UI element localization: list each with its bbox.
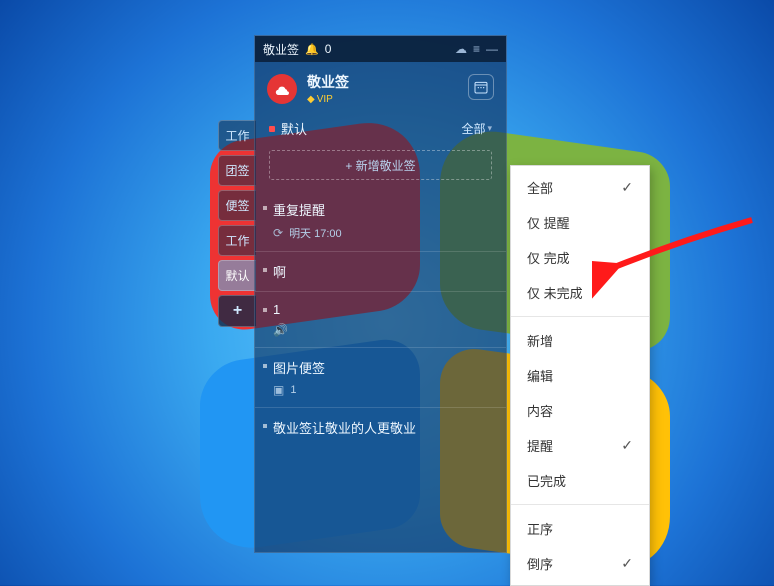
note-list: 重复提醒 ⟳ 明天 17:00 啊 1 🔊 图片便签 ▣ 1 敬业签让敬业的人更…: [255, 190, 506, 552]
vip-badge: ◆ VIP: [307, 94, 349, 105]
menu-label: 已完成: [527, 471, 566, 490]
menu-label: 仅 未完成: [527, 283, 583, 302]
menu-item-asc[interactable]: 正序: [511, 511, 649, 546]
menu-label: 倒序: [527, 554, 553, 573]
menu-item-completed[interactable]: 已完成: [511, 463, 649, 498]
chevron-down-icon: ▾: [487, 123, 492, 134]
check-icon: ✓: [621, 179, 633, 196]
category-bar: 默认 全部 ▾: [255, 115, 506, 146]
menu-label: 仅 完成: [527, 248, 570, 267]
filter-dropdown-trigger[interactable]: 全部 ▾: [461, 120, 492, 137]
menu-item-remind[interactable]: 提醒 ✓: [511, 428, 649, 463]
menu-item-new[interactable]: 新增: [511, 323, 649, 358]
note-title: 敬业签让敬业的人更敬业: [273, 418, 416, 437]
side-tab-work2[interactable]: 工作: [218, 225, 256, 256]
menu-label: 仅 提醒: [527, 213, 570, 232]
menu-separator: [511, 316, 649, 317]
note-title: 图片便签: [273, 358, 325, 377]
menu-label: 正序: [527, 519, 553, 538]
app-window: 敬业签 🔔 0 ☁ ≡ — 敬业签 ◆ VIP: [254, 35, 507, 553]
add-note-button[interactable]: + 新增敬业签: [269, 150, 492, 180]
repeat-icon: ⟳: [273, 226, 283, 240]
menu-icon[interactable]: ≡: [473, 42, 480, 56]
current-category-label: 默认: [281, 119, 307, 138]
side-tab-note[interactable]: 便签: [218, 190, 256, 221]
note-meta: 明天 17:00: [289, 225, 342, 241]
note-meta: 1: [290, 384, 296, 396]
list-item[interactable]: 图片便签 ▣ 1: [255, 347, 506, 407]
menu-item-edit[interactable]: 编辑: [511, 358, 649, 393]
side-tab-work1[interactable]: 工作: [218, 120, 256, 151]
list-item[interactable]: 1 🔊: [255, 291, 506, 347]
app-logo: [267, 74, 297, 104]
note-title: 啊: [273, 262, 286, 281]
side-tabs: 工作 团签 便签 工作 默认 +: [218, 120, 256, 327]
menu-separator: [511, 504, 649, 505]
side-tab-team[interactable]: 团签: [218, 155, 256, 186]
minimize-icon[interactable]: —: [486, 42, 498, 56]
side-tab-default[interactable]: 默认: [218, 260, 256, 291]
window-title: 敬业签: [263, 41, 299, 58]
menu-item-content[interactable]: 内容: [511, 393, 649, 428]
diamond-icon: ◆: [307, 94, 315, 105]
window-titlebar: 敬业签 🔔 0 ☁ ≡ —: [255, 36, 506, 62]
cloud-check-icon: [273, 80, 291, 98]
calendar-icon: [473, 79, 489, 95]
menu-item-done-only[interactable]: 仅 完成: [511, 240, 649, 275]
add-note-label: + 新增敬业签: [345, 157, 415, 174]
menu-item-undone-only[interactable]: 仅 未完成: [511, 275, 649, 310]
vip-label: VIP: [317, 94, 333, 105]
menu-label: 内容: [527, 401, 553, 420]
menu-label: 新增: [527, 331, 553, 350]
filter-label: 全部: [461, 120, 485, 137]
side-tab-add[interactable]: +: [218, 295, 256, 327]
list-item[interactable]: 敬业签让敬业的人更敬业: [255, 407, 506, 447]
menu-item-all[interactable]: 全部 ✓: [511, 170, 649, 205]
category-dot-icon: [269, 126, 275, 132]
list-item[interactable]: 啊: [255, 251, 506, 291]
notification-count: 0: [325, 42, 332, 56]
menu-item-desc[interactable]: 倒序 ✓: [511, 546, 649, 581]
note-title: 重复提醒: [273, 200, 325, 219]
menu-item-remind-only[interactable]: 仅 提醒: [511, 205, 649, 240]
cloud-sync-icon[interactable]: ☁: [455, 42, 467, 56]
filter-menu: 全部 ✓ 仅 提醒 仅 完成 仅 未完成 新增 编辑 内容 提醒 ✓ 已完成: [510, 165, 650, 586]
check-icon: ✓: [621, 437, 633, 454]
list-item[interactable]: 重复提醒 ⟳ 明天 17:00: [255, 190, 506, 251]
check-icon: ✓: [621, 555, 633, 572]
menu-label: 提醒: [527, 436, 553, 455]
app-header: 敬业签 ◆ VIP: [255, 62, 506, 115]
menu-label: 编辑: [527, 366, 553, 385]
menu-label: 全部: [527, 178, 553, 197]
app-name-label: 敬业签: [307, 72, 349, 92]
note-title: 1: [273, 302, 280, 317]
bell-icon[interactable]: 🔔: [305, 43, 319, 56]
image-icon: ▣: [273, 383, 284, 397]
calendar-button[interactable]: [468, 74, 494, 100]
sound-icon: 🔊: [273, 323, 288, 337]
